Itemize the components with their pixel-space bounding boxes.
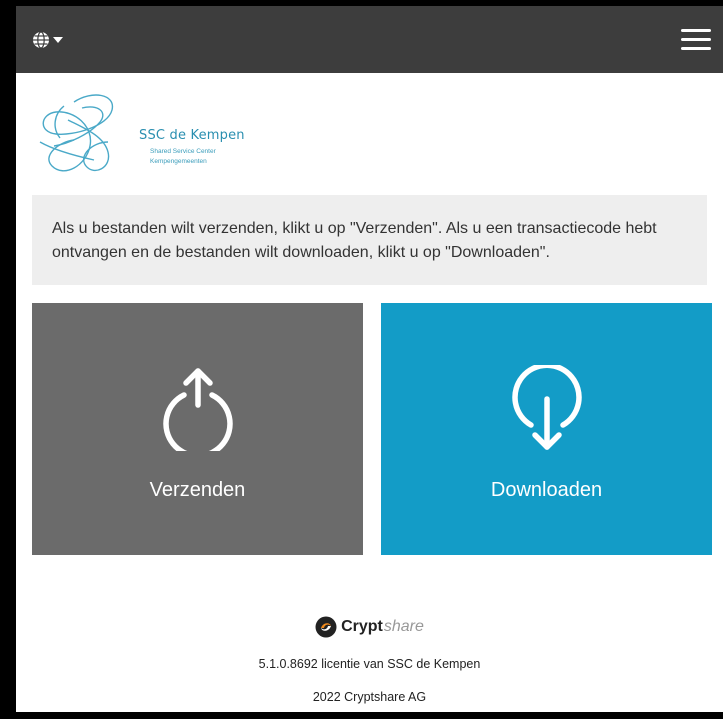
logo-subtitle-municipalities: Kempengemeenten — [150, 158, 207, 165]
menu-button[interactable] — [679, 25, 713, 55]
globe-icon — [33, 31, 49, 49]
cryptshare-mark-icon — [315, 616, 337, 638]
send-tile-button[interactable]: Verzenden — [32, 303, 363, 555]
download-icon — [511, 365, 582, 450]
cryptshare-logo: Crypt share — [16, 614, 723, 640]
upload-icon — [162, 368, 233, 451]
download-tile-button[interactable]: Downloaden — [381, 303, 712, 555]
version-license-text: 5.1.0.8692 licentie van SSC de Kempen — [258, 657, 481, 671]
caret-down-icon — [53, 37, 63, 43]
info-message: Als u bestanden wilt verzenden, klikt u … — [32, 195, 707, 285]
logo-subtitle: Shared Service Center — [150, 148, 216, 155]
logo-name: SSC de Kempen — [139, 128, 245, 143]
copyright-text: 2022 Cryptshare AG — [312, 690, 427, 704]
download-label: Downloaden — [490, 479, 603, 501]
language-selector[interactable] — [32, 28, 63, 52]
brand-name-light: share — [383, 618, 424, 635]
logo-swirl-icon — [39, 94, 113, 172]
brand-name-strong: Crypt — [341, 618, 383, 635]
ssc-de-kempen-logo[interactable]: SSC de Kempen Shared Service Center Kemp… — [34, 90, 274, 185]
send-label: Verzenden — [149, 479, 246, 501]
hamburger-menu-icon — [681, 29, 711, 50]
top-navbar — [16, 6, 723, 73]
app-frame: SSC de Kempen Shared Service Center Kemp… — [16, 6, 723, 712]
